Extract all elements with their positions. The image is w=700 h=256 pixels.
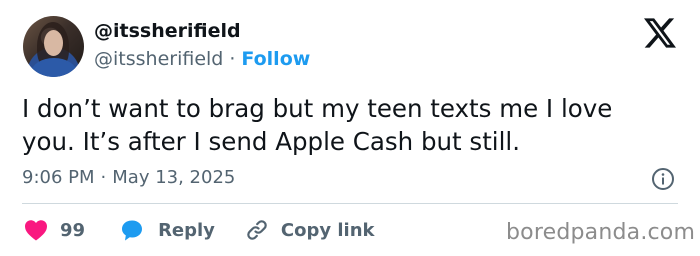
speech-bubble-icon (122, 220, 143, 241)
divider (22, 203, 678, 204)
x-logo-icon[interactable] (644, 18, 676, 48)
heart-icon (25, 220, 47, 241)
info-icon[interactable] (651, 167, 675, 191)
author-display-name[interactable]: @itssherifield (94, 20, 241, 42)
author-handle[interactable]: @itssherifield (94, 48, 223, 70)
action-bar: 99 Reply Copy link (24, 216, 375, 244)
tweet-timestamp[interactable]: 9:06 PM · May 13, 2025 (22, 167, 235, 188)
separator-dot: · (100, 167, 107, 188)
link-icon (247, 220, 267, 240)
like-button[interactable]: 99 (24, 219, 85, 241)
avatar[interactable] (23, 16, 84, 77)
like-count: 99 (60, 219, 86, 241)
tweet-date: May 13, 2025 (112, 167, 236, 188)
tweet-card: @itssherifield @itssherifield · Follow I… (0, 0, 700, 256)
separator-dot: · (229, 48, 236, 70)
copy-link-button[interactable]: Copy link (245, 218, 375, 242)
author-handle-row: @itssherifield · Follow (94, 48, 310, 70)
reply-label: Reply (158, 219, 215, 241)
tweet-text: I don’t want to brag but my teen texts m… (22, 94, 613, 156)
watermark: boredpanda.com (506, 220, 696, 245)
reply-button[interactable]: Reply (120, 218, 215, 242)
follow-button[interactable]: Follow (241, 48, 310, 70)
tweet-time: 9:06 PM (22, 167, 95, 188)
copy-link-label: Copy link (280, 219, 375, 241)
